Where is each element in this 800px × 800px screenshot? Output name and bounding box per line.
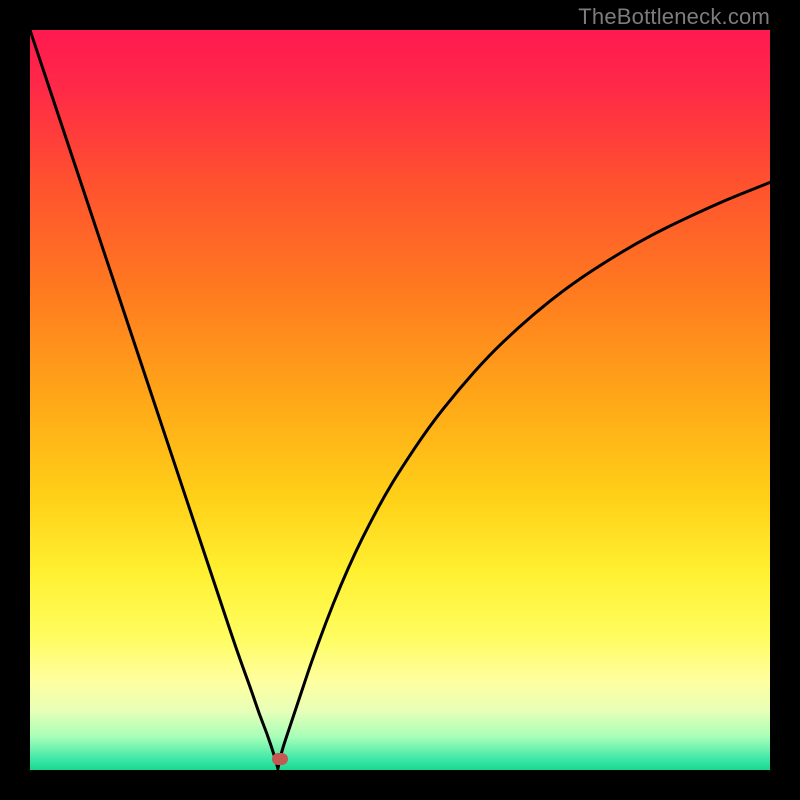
watermark-text: TheBottleneck.com: [578, 4, 770, 30]
curve-right-branch: [278, 182, 770, 768]
curve-left-branch: [30, 30, 278, 769]
plot-frame: [30, 30, 770, 770]
bottleneck-curve: [30, 30, 770, 770]
minimum-marker: [272, 753, 288, 765]
